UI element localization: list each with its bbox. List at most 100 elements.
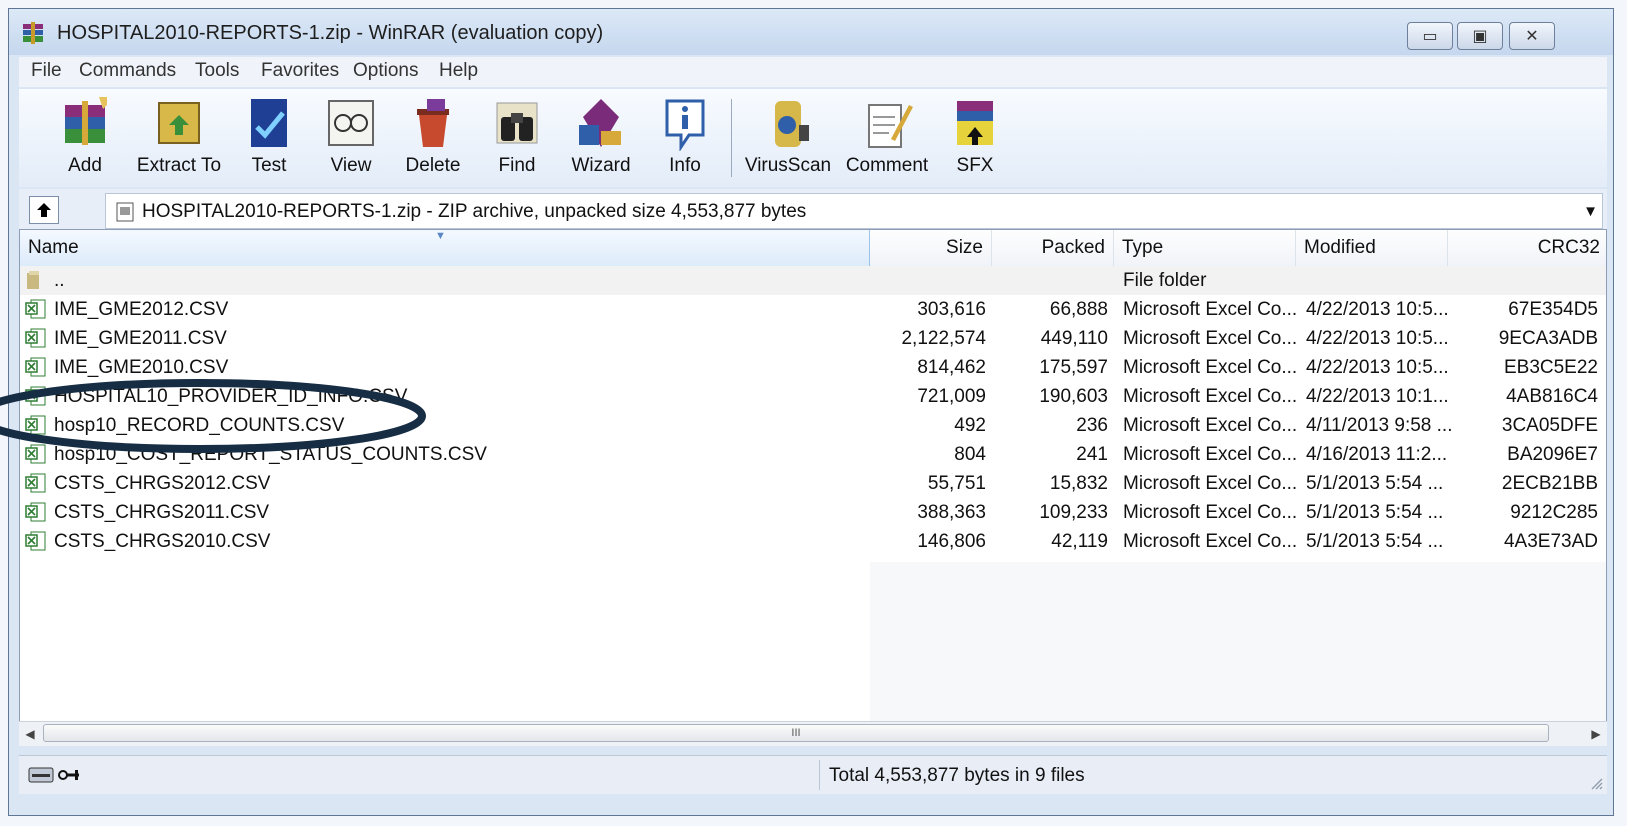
cell-type: Microsoft Excel Co... xyxy=(1123,299,1298,320)
menu-tools[interactable]: Tools xyxy=(195,60,239,82)
cell-type: Microsoft Excel Co... xyxy=(1123,502,1298,523)
cell-size: 721,009 xyxy=(917,386,986,407)
virusscan-button[interactable]: VirusScan xyxy=(743,89,833,187)
grip-icon: III xyxy=(791,727,801,739)
cell-crc32: 67E354D5 xyxy=(1508,299,1598,320)
archive-path-field[interactable]: HOSPITAL2010-REPORTS-1.zip - ZIP archive… xyxy=(105,193,1603,229)
virusscan-label: VirusScan xyxy=(744,155,832,176)
table-row[interactable]: hosp10_COST_REPORT_STATUS_COUNTS.CSV 804… xyxy=(20,440,1606,469)
table-row[interactable]: IME_GME2012.CSV 303,616 66,888 Microsoft… xyxy=(20,295,1606,324)
table-row[interactable]: IME_GME2011.CSV 2,122,574 449,110 Micros… xyxy=(20,324,1606,353)
wizard-button[interactable]: Wizard xyxy=(557,89,645,187)
cell-size: 804 xyxy=(954,444,986,465)
column-header-packed[interactable]: Packed xyxy=(992,230,1114,266)
cell-crc32: 4AB816C4 xyxy=(1506,386,1598,407)
add-label: Add xyxy=(68,155,102,176)
excel-csv-file-icon xyxy=(25,386,46,406)
menu-file[interactable]: File xyxy=(31,60,62,82)
scroll-right-icon[interactable]: ▶ xyxy=(1585,722,1607,746)
scroll-left-icon[interactable]: ◀ xyxy=(19,722,41,746)
sfx-button[interactable]: SFX xyxy=(931,89,1019,187)
table-row[interactable]: CSTS_CHRGS2011.CSV 388,363 109,233 Micro… xyxy=(20,498,1606,527)
extract-to-button[interactable]: Extract To xyxy=(129,89,229,187)
table-row[interactable]: hosp10_RECORD_COUNTS.CSV 492 236 Microso… xyxy=(20,411,1606,440)
cell-size: 2,122,574 xyxy=(901,328,986,349)
cell-type: Microsoft Excel Co... xyxy=(1123,386,1298,407)
cell-size: 388,363 xyxy=(917,502,986,523)
cell-modified: 4/22/2013 10:5... xyxy=(1306,357,1449,378)
cell-name: CSTS_CHRGS2011.CSV xyxy=(20,498,870,527)
maximize-icon: ▣ xyxy=(1472,28,1488,45)
drive-key-icon[interactable] xyxy=(27,765,83,785)
info-label: Info xyxy=(669,155,701,176)
cell-size: 814,462 xyxy=(917,357,986,378)
menu-options[interactable]: Options xyxy=(353,60,418,82)
info-icon xyxy=(665,99,705,151)
table-row[interactable]: CSTS_CHRGS2010.CSV 146,806 42,119 Micros… xyxy=(20,527,1606,556)
up-arrow-icon xyxy=(37,203,51,217)
cell-type: Microsoft Excel Co... xyxy=(1123,357,1298,378)
info-button[interactable]: Info xyxy=(641,89,729,187)
menu-favorites[interactable]: Favorites xyxy=(261,60,339,82)
scrollbar-thumb[interactable]: III xyxy=(43,724,1549,742)
menu-commands[interactable]: Commands xyxy=(79,60,176,82)
cell-modified: 4/11/2013 9:58 ... xyxy=(1306,415,1453,436)
cell-crc32: BA2096E7 xyxy=(1507,444,1598,465)
column-header-type[interactable]: Type xyxy=(1114,230,1296,266)
file-name: CSTS_CHRGS2010.CSV xyxy=(54,531,271,552)
cell-crc32: 2ECB21BB xyxy=(1501,473,1598,494)
excel-csv-file-icon xyxy=(25,502,46,522)
horizontal-scrollbar[interactable]: ◀ III ▶ xyxy=(19,721,1607,746)
cell-packed: 449,110 xyxy=(1040,328,1108,349)
test-button[interactable]: Test xyxy=(225,89,313,187)
menu-help[interactable]: Help xyxy=(439,60,478,82)
minimize-button[interactable]: ▭ xyxy=(1407,22,1453,50)
winrar-app-icon xyxy=(23,22,43,44)
view-button[interactable]: View xyxy=(307,89,395,187)
parent-folder-label: .. xyxy=(54,270,65,291)
excel-csv-file-icon xyxy=(25,415,46,435)
file-name: IME_GME2010.CSV xyxy=(54,357,229,378)
file-name: IME_GME2012.CSV xyxy=(54,299,229,320)
wizard-label: Wizard xyxy=(571,155,631,176)
comment-button[interactable]: Comment xyxy=(839,89,935,187)
cell-name: CSTS_CHRGS2010.CSV xyxy=(20,527,870,556)
add-button[interactable]: Add xyxy=(41,89,129,187)
cell-modified: 4/22/2013 10:5... xyxy=(1306,328,1449,349)
status-bar: Total 4,553,877 bytes in 9 files xyxy=(19,755,1607,794)
up-one-level-button[interactable] xyxy=(29,196,59,224)
chevron-down-icon[interactable]: ▼ xyxy=(1583,203,1598,220)
table-row[interactable]: CSTS_CHRGS2012.CSV 55,751 15,832 Microso… xyxy=(20,469,1606,498)
file-name: CSTS_CHRGS2012.CSV xyxy=(54,473,271,494)
title-bar[interactable]: HOSPITAL2010-REPORTS-1.zip - WinRAR (eva… xyxy=(9,9,1613,55)
cell-name: CSTS_CHRGS2012.CSV xyxy=(20,469,870,498)
list-empty-area-right[interactable] xyxy=(870,562,1606,740)
winrar-window: HOSPITAL2010-REPORTS-1.zip - WinRAR (eva… xyxy=(8,8,1614,816)
cell-size: 492 xyxy=(954,415,986,436)
resize-grip-icon[interactable] xyxy=(1591,778,1603,790)
find-button[interactable]: Find xyxy=(473,89,561,187)
column-header-modified[interactable]: Modified xyxy=(1296,230,1448,266)
delete-button[interactable]: Delete xyxy=(389,89,477,187)
cell-packed: 175,597 xyxy=(1039,357,1108,378)
table-row-parent-folder[interactable]: .. File folder xyxy=(20,266,1606,295)
cell-packed: 236 xyxy=(1076,415,1108,436)
table-row[interactable]: HOSPITAL10_PROVIDER_ID_INFO.CSV 721,009 … xyxy=(20,382,1606,411)
archive-path-text: HOSPITAL2010-REPORTS-1.zip - ZIP archive… xyxy=(142,201,807,222)
find-binoculars-icon xyxy=(496,102,538,144)
excel-csv-file-icon xyxy=(25,299,46,319)
maximize-button[interactable]: ▣ xyxy=(1457,22,1503,50)
close-button[interactable]: ✕ xyxy=(1509,22,1555,50)
column-type-label: Type xyxy=(1122,237,1164,258)
excel-csv-file-icon xyxy=(25,531,46,551)
cell-size: 146,806 xyxy=(917,531,986,552)
table-row[interactable]: IME_GME2010.CSV 814,462 175,597 Microsof… xyxy=(20,353,1606,382)
list-empty-area[interactable] xyxy=(20,562,870,740)
file-name: hosp10_COST_REPORT_STATUS_COUNTS.CSV xyxy=(54,444,487,465)
column-modified-label: Modified xyxy=(1304,237,1376,258)
delete-icon xyxy=(417,99,449,147)
file-name: CSTS_CHRGS2011.CSV xyxy=(54,502,270,523)
column-header-size[interactable]: Size xyxy=(870,230,992,266)
excel-csv-file-icon xyxy=(25,328,46,348)
column-header-crc32[interactable]: CRC32 xyxy=(1448,230,1606,266)
